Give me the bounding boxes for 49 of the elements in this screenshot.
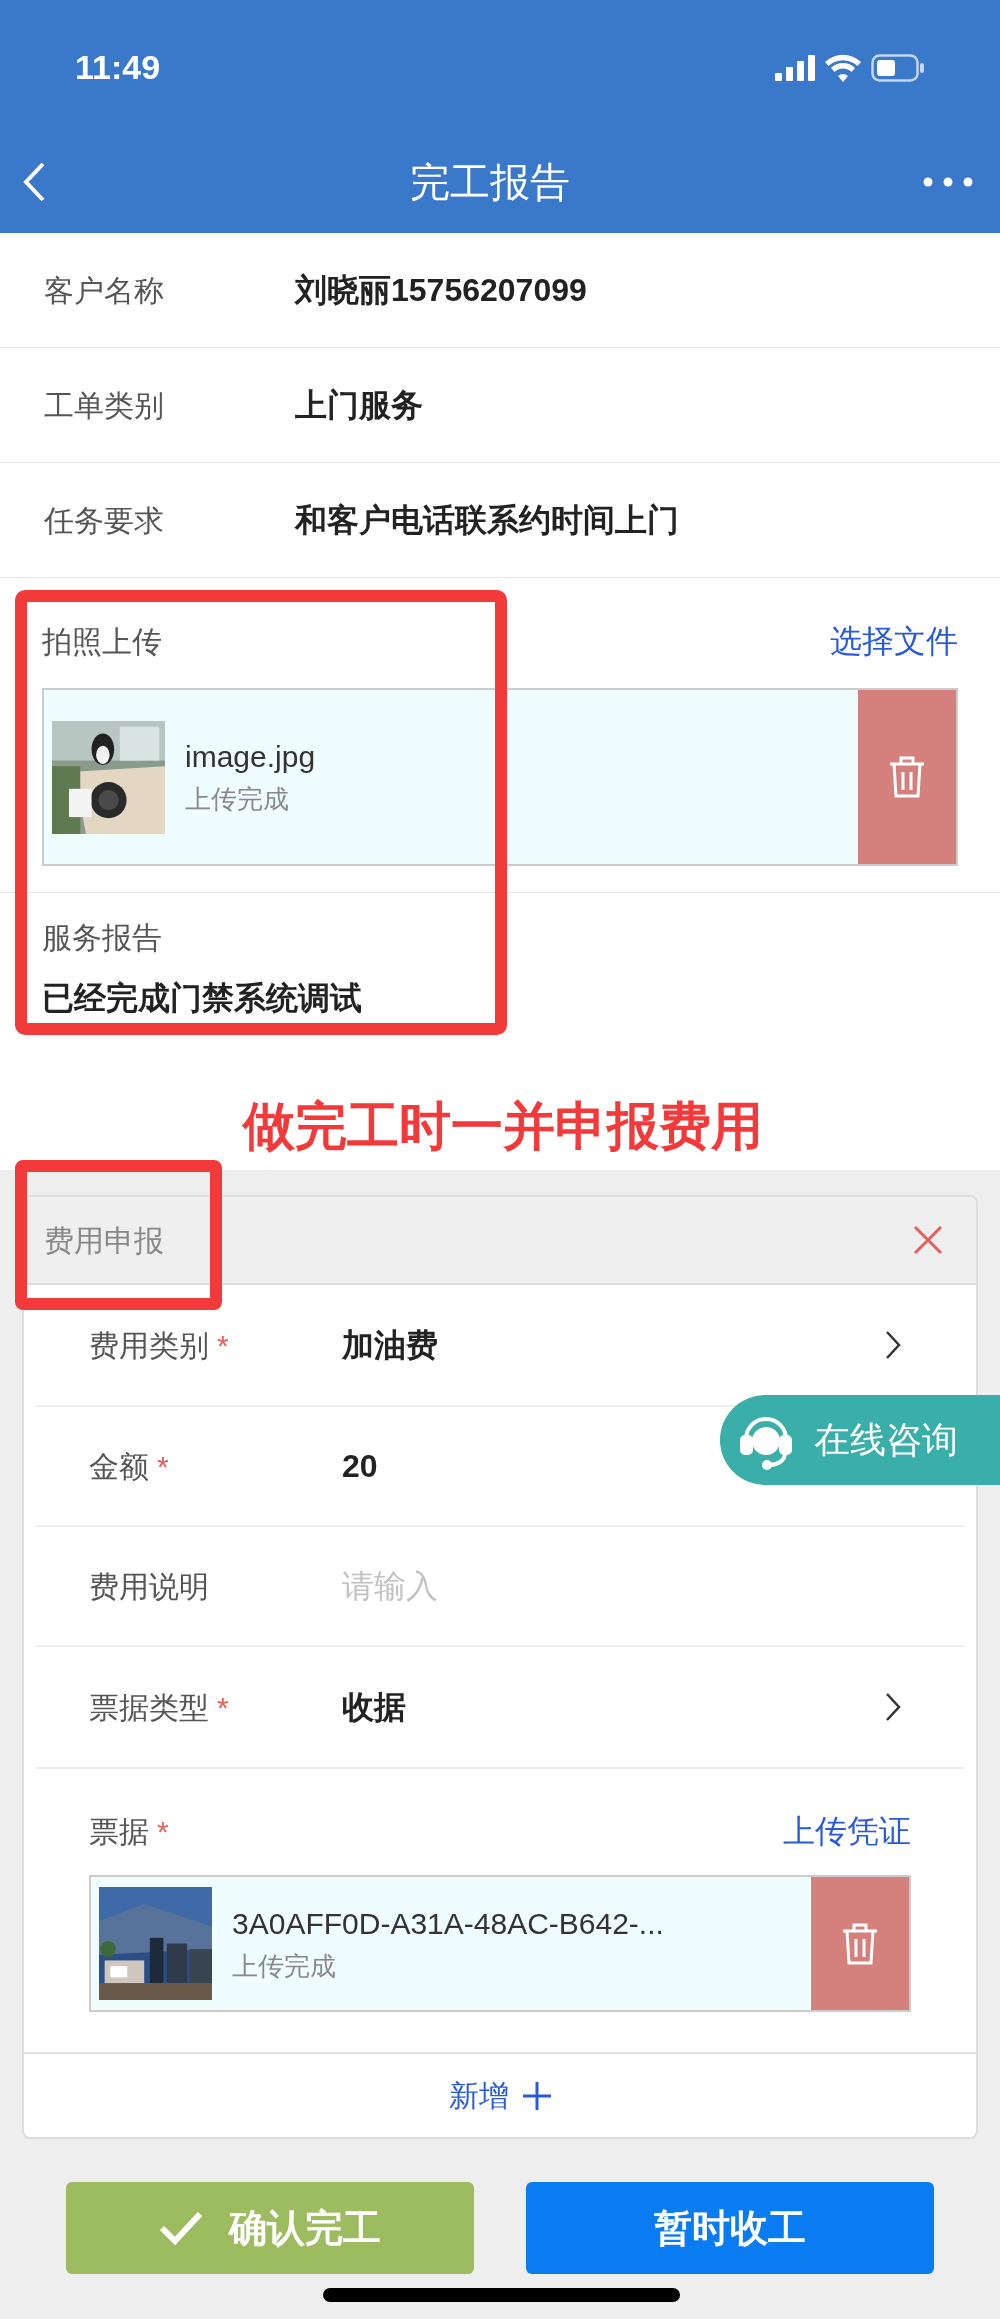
trash-icon [887,754,927,800]
select-row[interactable]: 票据类型 * 收据 [36,1647,964,1767]
annotation-text: 做完工时一并申报费用 [243,1100,763,1152]
info-label: 客户名称 [44,272,165,309]
upload-status: 上传完成 [232,1952,337,1979]
report-text: 已经完成门禁系统调试 [42,979,363,1018]
add-button[interactable]: 新增 [449,2073,551,2118]
section-label: 服务报告 [42,920,163,956]
required-mark: * [217,1327,229,1364]
field-label: 费用说明 [89,1568,209,1605]
required-mark: * [217,1689,229,1726]
info-label: 任务要求 [44,502,165,539]
check-icon [159,2211,203,2245]
info-value: 刘晓丽15756207099 [295,271,587,310]
required-mark: * [157,1448,169,1485]
delete-button[interactable] [811,1877,909,2010]
wifi-icon [825,53,861,82]
field-label: 票据类型 [89,1689,209,1726]
delete-button[interactable] [858,690,956,864]
chevron-right-icon [884,1691,902,1723]
select-row[interactable]: 费用类别 * 加油费 [36,1285,964,1405]
choose-file-link[interactable]: 选择文件 [830,617,958,665]
pause-button[interactable]: 暂时收工 [526,2182,934,2274]
upload-voucher-link[interactable]: 上传凭证 [783,1807,911,1855]
required-mark: * [157,1813,169,1850]
chevron-right-icon [884,1329,902,1361]
upload-status: 上传完成 [185,786,290,812]
chevron-left-icon [22,160,46,203]
close-icon [913,1225,943,1255]
card-title: 费用申报 [44,1222,164,1259]
signal-icon [775,54,815,81]
field-label: 费用类别 [89,1327,209,1364]
battery-icon [871,53,925,82]
field-value: 加油费 [342,1326,439,1365]
section-label: 拍照上传 [42,623,162,660]
status-time: 11:49 [75,47,161,88]
file-name: 3A0AFF0D-A31A-48AC-B642-... [232,1908,664,1939]
field-label: 金额 [89,1448,149,1485]
field-label: 票据 [89,1813,149,1850]
page-title: 完工报告 [410,158,570,206]
more-icon [923,176,973,187]
input-field[interactable]: 请输入 [342,1562,582,1610]
file-name: image.jpg [185,742,316,772]
plus-icon [523,2081,551,2110]
input-field[interactable]: 20 [342,1442,582,1490]
info-value: 上门服务 [295,386,423,425]
field-value: 收据 [342,1688,407,1727]
info-label: 工单类别 [44,387,165,424]
info-value: 和客户电话联系约时间上门 [295,501,679,540]
